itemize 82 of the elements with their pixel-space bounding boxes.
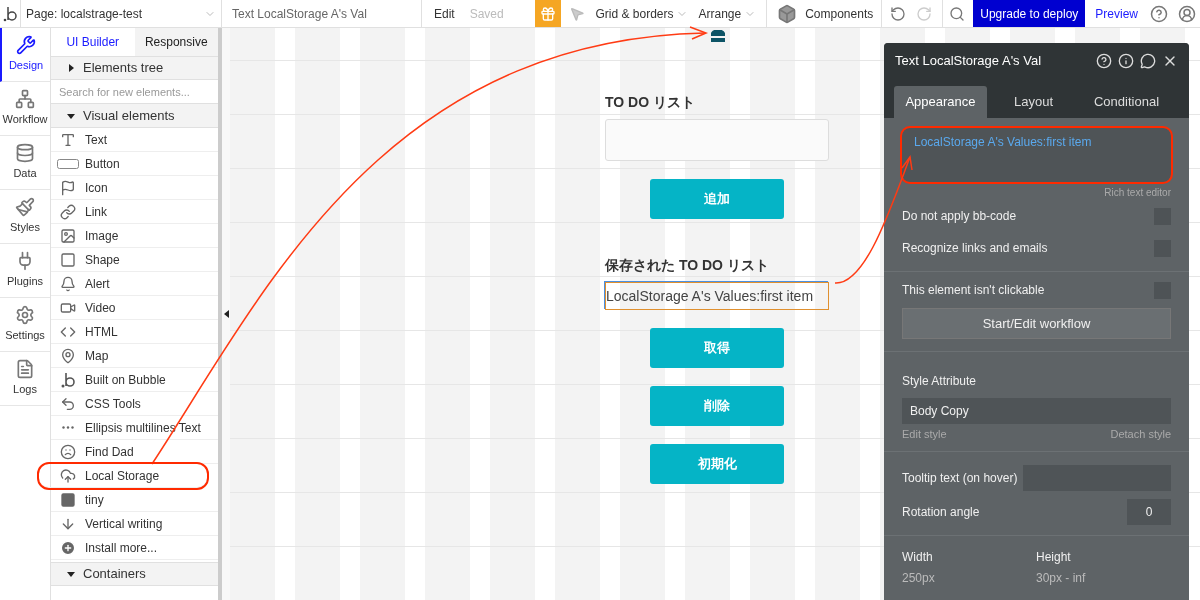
section-header[interactable]: Visual elements [51, 104, 218, 128]
comment-icon[interactable] [1140, 52, 1156, 69]
panel-tab[interactable]: Responsive [134, 28, 218, 56]
field-label: Height [1036, 548, 1072, 566]
field-label: Tooltip text (on hover) [902, 469, 1018, 487]
square-icon [60, 251, 76, 268]
label-text: TO DO リスト [605, 93, 696, 112]
image-icon [60, 227, 76, 244]
element-list-item[interactable]: Install more... [51, 536, 218, 560]
element-list-item[interactable]: Video [51, 296, 218, 320]
checkbox-label: This element isn't clickable [902, 282, 1045, 299]
text-element[interactable]: LocalStorage A's Values:first item [605, 282, 829, 310]
preview-link[interactable]: Preview [1095, 4, 1138, 23]
square-icon [60, 491, 76, 508]
flag-icon [60, 179, 76, 196]
properties-tab[interactable]: Conditional [1080, 86, 1173, 118]
map-pin-icon [60, 347, 76, 364]
logo-icon[interactable] [3, 5, 17, 22]
search-field[interactable]: Search for new elements... [51, 80, 218, 104]
element-list-item[interactable]: tiny [51, 488, 218, 512]
return-arrow-icon [60, 395, 76, 412]
search-icon[interactable] [949, 5, 966, 22]
sidebar-tab[interactable]: Plugins [0, 244, 50, 298]
edit-menu[interactable]: Edit [434, 4, 455, 23]
sidebar-tab[interactable]: Settings [0, 298, 50, 352]
properties-tab[interactable]: Layout [987, 86, 1080, 118]
cube-icon [777, 3, 798, 24]
checkbox-label: Do not apply bb-code [902, 208, 1017, 225]
tools-icon [16, 35, 36, 56]
element-list-item[interactable]: Shape [51, 248, 218, 272]
element-list-item[interactable]: Map [51, 344, 218, 368]
frown-icon [60, 443, 76, 460]
toolbar-menu[interactable]: Arrange [698, 4, 757, 23]
element-name-field[interactable]: Text LocalStorage A's Val [222, 0, 422, 27]
logo-icon [61, 371, 75, 388]
field-label: Width [902, 548, 934, 566]
workflow-button[interactable]: Start/Edit workflow [902, 308, 1171, 339]
label-text: 保存された TO DO リスト [605, 256, 770, 275]
button-element-icon [57, 158, 79, 169]
undo-icon[interactable] [890, 5, 907, 22]
cloud-icon [60, 467, 76, 484]
sidebar-tab[interactable]: Styles [0, 190, 50, 244]
style-dropdown[interactable]: Body Copy [902, 398, 1171, 424]
plus-icon [60, 539, 76, 556]
element-list-item[interactable]: Local Storage [39, 464, 207, 488]
field-label: Rotation angle [902, 503, 980, 521]
element-list-item[interactable]: Image [51, 224, 218, 248]
upgrade-button[interactable]: Upgrade to deploy [973, 0, 1086, 27]
components-button[interactable]: Components [805, 4, 882, 23]
size-value: 250px [902, 569, 936, 587]
section-header[interactable]: Elements tree [51, 56, 218, 80]
saved-status: Saved [469, 5, 504, 23]
database-icon [15, 143, 35, 164]
text-icon [60, 131, 76, 148]
settings-icon [15, 305, 35, 326]
link-icon [60, 203, 76, 220]
input-field[interactable] [605, 119, 829, 161]
hierarchy-icon [15, 89, 35, 110]
size-value: 30px - inf [1036, 569, 1087, 587]
element-list-item[interactable]: Link [51, 200, 218, 224]
element-list-item[interactable]: Button [51, 152, 218, 176]
avatar-icon[interactable] [1178, 4, 1196, 23]
rotation-field[interactable]: 0 [1127, 498, 1171, 525]
storage-icon [711, 30, 725, 42]
toolbar-menu[interactable]: Grid & borders [595, 4, 689, 23]
properties-header: Text LocalStorage A's Val [884, 43, 1189, 78]
page-selector[interactable]: Page: localstrage-test [20, 0, 222, 27]
ellipsis-icon [62, 426, 74, 429]
checkbox-label: Recognize links and emails [902, 240, 1048, 257]
sidebar-tab[interactable]: Workflow [0, 82, 50, 136]
section-header[interactable]: Containers [51, 562, 218, 586]
info-icon[interactable] [1118, 52, 1134, 69]
properties-tab[interactable]: Appearance [894, 86, 987, 118]
field-label: Style Attribute [902, 373, 978, 390]
gift-icon [540, 5, 557, 22]
paintbrush-icon [15, 197, 35, 218]
bell-icon [60, 275, 76, 292]
help-icon[interactable] [1150, 4, 1168, 23]
sidebar-tab[interactable]: Data [0, 136, 50, 190]
sidebar-tab[interactable]: Logs [0, 352, 50, 406]
element-list-item[interactable]: Built on Bubble [51, 368, 218, 392]
document-icon [15, 359, 35, 380]
